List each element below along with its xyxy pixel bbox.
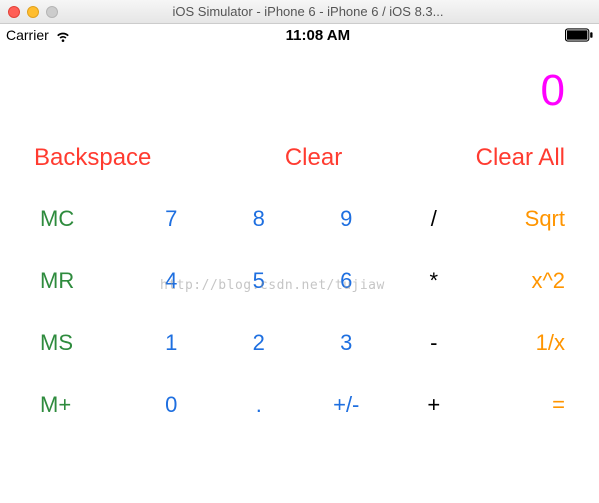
backspace-button[interactable]: Backspace — [34, 144, 151, 172]
grid-row: MR 4 5 6 * x^2 — [24, 250, 575, 312]
calculator-app: 0 Backspace Clear Clear All MC 7 8 9 / S… — [0, 46, 599, 436]
digit-0-button[interactable]: 0 — [128, 392, 216, 418]
grid-row: M+ 0 . +/- + = — [24, 374, 575, 436]
equals-button[interactable]: = — [478, 392, 576, 418]
decimal-button[interactable]: . — [215, 392, 303, 418]
digit-2-button[interactable]: 2 — [215, 330, 303, 356]
digit-9-button[interactable]: 9 — [303, 206, 391, 232]
minus-button[interactable]: - — [390, 330, 478, 356]
close-window-button[interactable] — [8, 6, 20, 18]
sign-toggle-button[interactable]: +/- — [303, 392, 391, 418]
calculator-display: 0 — [0, 46, 599, 126]
mplus-button[interactable]: M+ — [24, 392, 128, 418]
reciprocal-button[interactable]: 1/x — [478, 330, 576, 356]
ms-button[interactable]: MS — [24, 330, 128, 356]
battery-icon — [565, 28, 593, 42]
digit-5-button[interactable]: 5 — [215, 268, 303, 294]
digit-4-button[interactable]: 4 — [128, 268, 216, 294]
mac-window-titlebar: iOS Simulator - iPhone 6 - iPhone 6 / iO… — [0, 0, 599, 24]
plus-button[interactable]: + — [390, 392, 478, 418]
ios-status-bar: Carrier 11:08 AM — [0, 24, 599, 46]
clear-button[interactable]: Clear — [285, 144, 342, 172]
multiply-button[interactable]: * — [390, 268, 478, 294]
digit-6-button[interactable]: 6 — [303, 268, 391, 294]
divide-button[interactable]: / — [390, 206, 478, 232]
calculator-top-row: Backspace Clear Clear All — [0, 126, 599, 178]
calculator-grid: MC 7 8 9 / Sqrt MR 4 5 6 * x^2 MS 1 2 3 … — [0, 178, 599, 436]
grid-row: MS 1 2 3 - 1/x — [24, 312, 575, 374]
window-title: iOS Simulator - iPhone 6 - iPhone 6 / iO… — [25, 4, 591, 19]
grid-row: MC 7 8 9 / Sqrt — [24, 188, 575, 250]
status-time: 11:08 AM — [71, 27, 565, 44]
square-button[interactable]: x^2 — [478, 268, 576, 294]
digit-3-button[interactable]: 3 — [303, 330, 391, 356]
digit-7-button[interactable]: 7 — [128, 206, 216, 232]
digit-1-button[interactable]: 1 — [128, 330, 216, 356]
wifi-icon — [55, 27, 71, 43]
carrier-label: Carrier — [6, 27, 49, 43]
sqrt-button[interactable]: Sqrt — [478, 206, 576, 232]
mc-button[interactable]: MC — [24, 206, 128, 232]
clear-all-button[interactable]: Clear All — [476, 144, 565, 172]
digit-8-button[interactable]: 8 — [215, 206, 303, 232]
mr-button[interactable]: MR — [24, 268, 128, 294]
